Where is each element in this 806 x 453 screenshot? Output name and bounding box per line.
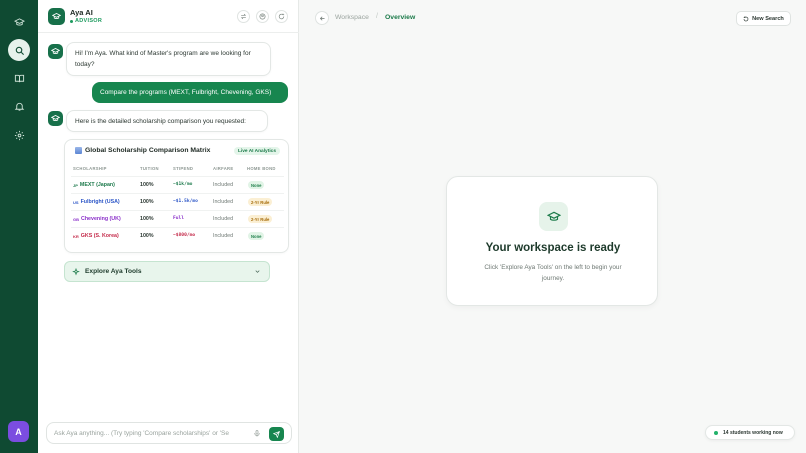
matrix-title: Global Scholarship Comparison Matrix [75,147,210,154]
stipend-value: ~$1k/mo [173,182,193,187]
matrix-title-text: Global Scholarship Comparison Matrix [85,147,211,154]
airfare-value: Included [213,216,234,222]
bond-badge: None [248,232,265,240]
send-button[interactable] [269,427,284,441]
stipend-value: ~$800/mo [173,233,196,238]
online-status: 14 students working now [705,425,795,440]
avatar[interactable]: A [8,421,29,442]
stipend-value: Full [173,216,185,221]
scholarship-name: US Fulbright (USA) [73,199,120,205]
chevron-down-icon [255,270,260,273]
tuition-value: 100% [140,233,154,239]
graduation-cap-icon [48,8,65,25]
ready-subtitle: Click 'Explore Aya Tools' on the left to… [484,264,622,282]
sparkles-icon [72,268,80,276]
assistant-role: ADVISOR [70,18,102,24]
chat-composer [46,422,292,444]
user-message: Compare the programs (MEXT, Fulbright, C… [92,82,288,103]
airfare-value: Included [213,199,234,205]
assistant-message: Here is the detailed scholarship compari… [66,110,268,132]
new-search-button[interactable]: New Search [736,11,791,26]
breadcrumb-workspace[interactable]: Workspace [335,14,369,21]
user-circle-icon[interactable] [256,10,269,23]
scholarship-name: JP MEXT (Japan) [73,182,115,188]
settings-icon[interactable] [8,124,30,146]
graduation-cap-icon [539,202,568,231]
book-icon[interactable] [8,67,30,89]
airfare-value: Included [213,182,234,188]
flag-code: KR [73,233,79,239]
chart-icon [75,147,82,154]
flag-code: GB [73,216,79,222]
online-dot [70,19,73,23]
swap-icon[interactable] [237,10,250,23]
bond-badge: 2-Yr Rule [248,198,273,206]
table-row[interactable]: GB Chevening (UK) 100% Full Included 2-Yr… [71,210,284,227]
flag-code: JP [73,182,78,188]
ready-title: Your workspace is ready [485,242,621,254]
search-icon[interactable] [8,39,30,61]
assistant-message: Hi! I'm Aya. What kind of Master's progr… [66,42,271,76]
column-header: STIPEND [173,166,194,171]
table-row[interactable]: US Fulbright (USA) 100% ~$1.5k/mo Include… [71,193,284,210]
airfare-value: Included [213,233,234,239]
column-header: TUITION [140,166,159,171]
column-header: AIRFARE [213,166,234,171]
chat-header: Aya AI ADVISOR [38,0,299,33]
microphone-icon[interactable] [253,429,261,438]
stipend-value: ~$1.5k/mo [173,199,198,204]
explore-tools-button[interactable]: Explore Aya Tools [64,261,270,282]
scholarship-name: GB Chevening (UK) [73,216,121,222]
scholarship-label: Chevening (UK) [81,216,121,222]
new-search-label: New Search [752,15,784,22]
assistant-name: Aya AI [70,8,93,17]
workspace-ready-card: Your workspace is ready Click 'Explore A… [446,176,658,306]
bond-badge: None [248,181,265,189]
graduation-cap-icon[interactable] [8,11,30,33]
role-label: ADVISOR [75,18,103,24]
online-status-text: 14 students working now [723,429,783,436]
tuition-value: 100% [140,199,154,205]
tuition-value: 100% [140,216,154,222]
bell-icon[interactable] [8,95,30,117]
scholarship-label: GKS (S. Korea) [80,233,119,239]
bond-badge: 2-Yr Rule [248,215,273,223]
arrow-left-icon [319,15,325,21]
online-dot [714,430,718,435]
column-header: SCHOLARSHIP [73,166,107,171]
assistant-avatar-icon [48,111,63,126]
scholarship-label: Fulbright (USA) [80,199,120,205]
live-badge: Live AI Analytics [233,147,280,155]
send-icon [273,430,280,438]
flag-code: US [73,199,79,205]
assistant-avatar-icon [48,44,63,59]
back-button[interactable] [315,11,329,25]
breadcrumb-current: Overview [385,14,416,21]
refresh-icon[interactable] [275,10,288,23]
tuition-value: 100% [140,182,154,188]
table-row[interactable]: KR GKS (S. Korea) 100% ~$800/mo Included … [71,227,284,244]
comparison-matrix: Global Scholarship Comparison Matrix Liv… [64,139,289,253]
table-row[interactable]: JP MEXT (Japan) 100% ~$1k/mo Included Non… [71,176,284,193]
chat-input[interactable] [54,427,244,440]
nav-rail: A [0,0,38,453]
refresh-icon [743,16,749,21]
scholarship-label: MEXT (Japan) [79,182,115,188]
column-header: HOME BOND [247,166,276,171]
breadcrumb-separator: / [376,13,378,20]
scholarship-name: KR GKS (S. Korea) [73,233,119,239]
explore-tools-label: Explore Aya Tools [85,268,142,275]
